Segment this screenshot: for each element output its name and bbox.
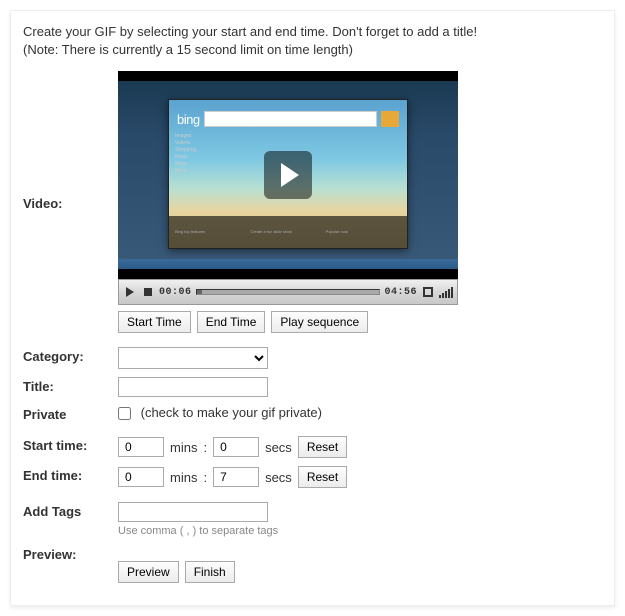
start-time-label: Start time: <box>23 436 118 453</box>
end-time-button[interactable]: End Time <box>197 311 266 333</box>
mins-label: mins <box>170 440 197 455</box>
tags-hint: Use comma ( , ) to separate tags <box>118 525 602 537</box>
title-label: Title: <box>23 377 118 394</box>
end-mins-input[interactable] <box>118 467 164 487</box>
fullscreen-control[interactable] <box>421 285 435 299</box>
volume-control[interactable] <box>439 286 453 298</box>
progress-bar[interactable] <box>196 289 381 295</box>
video-screen[interactable]: bing Images Videos Shopping News Maps Mo… <box>118 71 458 279</box>
instruction-note: (Note: There is currently a 15 second li… <box>23 41 602 59</box>
play-control[interactable] <box>123 285 137 299</box>
preview-button[interactable]: Preview <box>118 561 179 583</box>
stop-icon <box>144 288 152 296</box>
video-player: bing Images Videos Shopping News Maps Mo… <box>118 71 458 305</box>
category-select[interactable] <box>118 347 268 369</box>
thumbnail-search-button <box>381 111 399 127</box>
start-mins-input[interactable] <box>118 437 164 457</box>
play-icon <box>126 287 134 297</box>
instructions: Create your GIF by selecting your start … <box>23 23 602 59</box>
end-time-label: End time: <box>23 466 118 483</box>
stop-control[interactable] <box>141 285 155 299</box>
progress-fill <box>197 290 202 294</box>
play-icon <box>281 163 299 187</box>
private-label: Private <box>23 405 118 422</box>
gif-creator-form: Create your GIF by selecting your start … <box>10 10 615 606</box>
category-label: Category: <box>23 347 118 364</box>
current-time: 00:06 <box>159 287 192 298</box>
mins-label-2: mins <box>170 470 197 485</box>
play-button-overlay[interactable] <box>264 151 312 199</box>
end-reset-button[interactable]: Reset <box>298 466 347 488</box>
thumbnail-brand: bing <box>177 112 200 127</box>
play-sequence-button[interactable]: Play sequence <box>271 311 368 333</box>
total-time: 04:56 <box>384 287 417 298</box>
time-colon: : <box>203 440 207 455</box>
finish-button[interactable]: Finish <box>185 561 235 583</box>
add-tags-label: Add Tags <box>23 502 118 519</box>
start-secs-input[interactable] <box>213 437 259 457</box>
fullscreen-icon <box>423 287 433 297</box>
private-checkbox[interactable] <box>118 407 131 420</box>
title-input[interactable] <box>118 377 268 397</box>
video-label: Video: <box>23 194 118 211</box>
instruction-line: Create your GIF by selecting your start … <box>23 23 602 41</box>
secs-label-2: secs <box>265 470 292 485</box>
thumbnail-search-box <box>204 111 377 127</box>
thumbnail-taskbar <box>118 259 458 269</box>
end-secs-input[interactable] <box>213 467 259 487</box>
video-controls-bar: 00:06 04:56 <box>118 279 458 305</box>
tags-input[interactable] <box>118 502 268 522</box>
preview-label: Preview: <box>23 545 118 562</box>
start-time-button[interactable]: Start Time <box>118 311 191 333</box>
secs-label: secs <box>265 440 292 455</box>
start-reset-button[interactable]: Reset <box>298 436 347 458</box>
time-colon-2: : <box>203 470 207 485</box>
private-hint: (check to make your gif private) <box>141 405 322 420</box>
